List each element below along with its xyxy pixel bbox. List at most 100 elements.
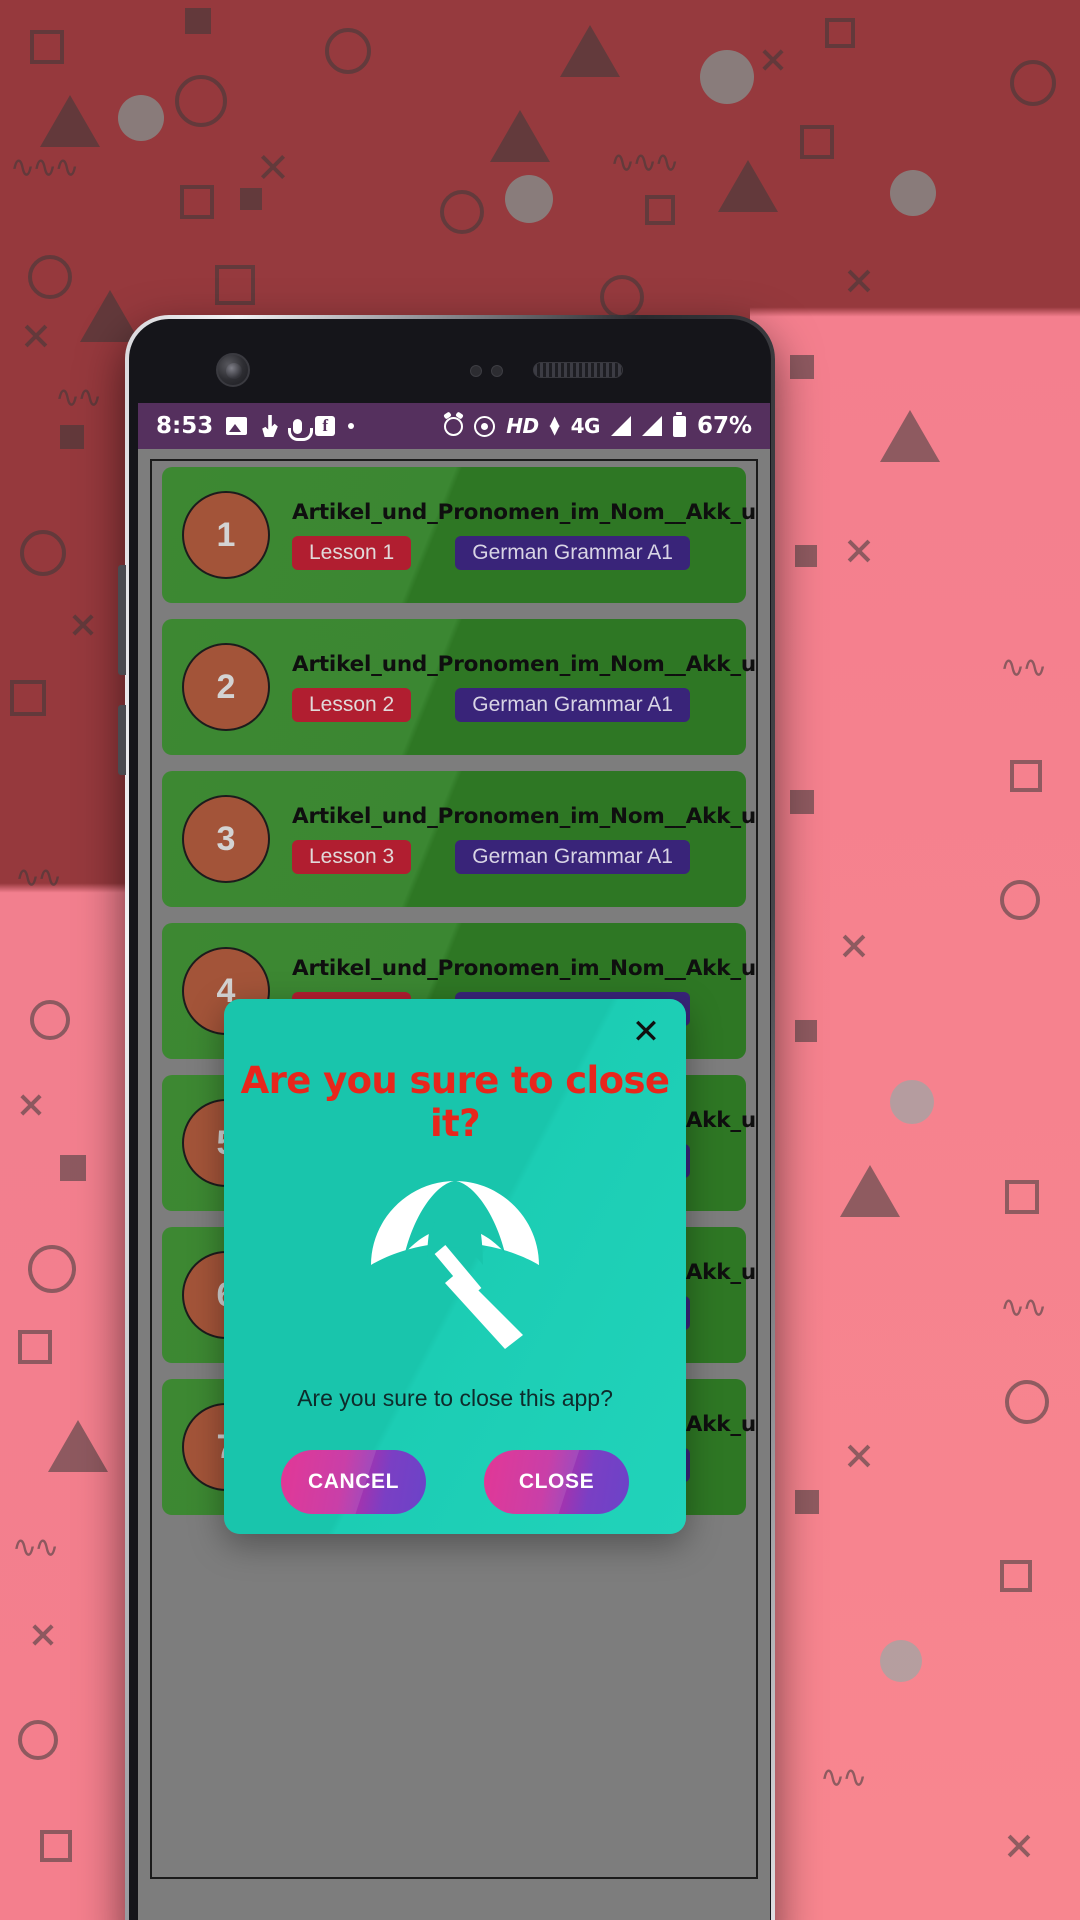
microphone-icon [288,418,314,441]
decor-circle [118,95,164,141]
close-button[interactable]: CLOSE [484,1450,629,1514]
decor-square [645,195,675,225]
phone-top-bezel [138,329,762,403]
network-label: HD [506,414,539,438]
decor-square [825,18,855,48]
decor-square [1005,1180,1039,1214]
facebook-icon: f [315,416,336,436]
dialog-actions: CANCEL CLOSE [224,1450,686,1514]
decor-circle [1000,880,1040,920]
phone-screen-shell: 8:53 f HD ▲ ▼ 4G 67% 1 Artikel_und_Prono… [129,319,771,1920]
decor-circle [890,1080,934,1124]
decor-triangle [48,1420,108,1472]
close-confirm-dialog: ✕ Are you sure to close it? Are you sure… [224,999,686,1534]
decor-x [22,320,50,348]
decor-zigzag: ∿∿∿ [610,145,679,180]
decor-x [70,610,96,636]
decor-circle [325,28,371,74]
decor-triangle [490,110,550,162]
decor-square [185,8,211,34]
decor-square [790,355,814,379]
decor-square [1010,760,1042,792]
decor-triangle [840,1165,900,1217]
front-camera-icon [216,353,250,387]
decor-triangle [560,25,620,77]
battery-percent: 67% [696,413,752,439]
phone-device: 8:53 f HD ▲ ▼ 4G 67% 1 Artikel_und_Prono… [118,315,775,1920]
decor-circle [600,275,644,319]
decor-square [180,185,214,219]
decor-circle [1005,1380,1049,1424]
phone-power-button[interactable] [118,705,126,775]
decor-zigzag: ∿∿ [1000,1290,1047,1325]
status-time: 8:53 [156,413,214,439]
decor-square [30,30,64,64]
decor-square [1000,1560,1032,1592]
dot-icon [348,423,355,429]
decor-triangle [80,290,140,342]
decor-circle [440,190,484,234]
close-icon[interactable]: ✕ [626,1013,666,1053]
decor-circle [175,75,227,127]
decor-zigzag: ∿∿ [820,1760,867,1795]
decor-square [240,188,262,210]
earpiece-speaker [533,362,623,378]
decor-zigzag: ∿∿ [15,860,62,895]
decor-circle [28,255,72,299]
decor-square [60,1155,86,1181]
phone-volume-button[interactable] [118,565,126,675]
decor-x [1005,1830,1033,1858]
decor-square [10,680,46,716]
decor-square [40,1830,72,1862]
battery-icon [672,411,686,437]
decor-zigzag: ∿∿ [1000,650,1047,685]
decor-x [258,150,288,180]
decor-square [60,425,84,449]
decor-square [800,125,834,159]
decor-x [760,45,786,71]
decor-triangle [880,410,940,462]
decor-zigzag: ∿∿∿ [10,150,79,185]
decor-circle [18,1720,58,1760]
decor-circle [890,170,936,216]
decor-x [840,930,868,958]
decor-x [845,265,873,293]
decor-circle [28,1245,76,1293]
screen: 8:53 f HD ▲ ▼ 4G 67% 1 Artikel_und_Prono… [138,403,770,1920]
decor-x [845,535,873,563]
signal-icon [641,416,662,436]
decor-circle [880,1640,922,1682]
decor-circle [20,530,66,576]
decor-x [30,1620,56,1646]
app-content: 1Artikel_und_Pronomen_im_Nom__Akk_und_Da… [138,449,770,1920]
network-type: 4G [570,414,601,438]
dialog-title: Are you sure to close it? [240,1059,670,1145]
decor-x [845,1440,873,1468]
decor-circle [1010,60,1056,106]
data-arrows-icon: ▲ ▼ [549,414,560,438]
status-bar: 8:53 f HD ▲ ▼ 4G 67% [138,403,770,449]
decor-square [795,1490,819,1514]
beach-umbrella-icon [224,1167,686,1355]
signal-icon [610,416,631,436]
proximity-sensors [470,365,503,377]
status-right-group: HD ▲ ▼ 4G 67% [444,411,752,439]
hotspot-icon [474,415,496,437]
image-icon [226,417,248,435]
wallpaper-right-band [750,0,1080,1920]
decor-square [795,545,817,567]
dialog-message: Are you sure to close this app? [297,1385,613,1411]
decor-square [790,790,814,814]
decor-x [18,1090,44,1116]
hand-gesture-icon [262,415,278,437]
decor-square [215,265,255,305]
decor-square [795,1020,817,1042]
decor-square [18,1330,52,1364]
cancel-button[interactable]: CANCEL [281,1450,426,1514]
decor-circle [505,175,553,223]
alarm-icon [444,416,464,436]
decor-circle [30,1000,70,1040]
decor-zigzag: ∿∿ [55,380,102,415]
decor-circle [700,50,754,104]
decor-triangle [40,95,100,147]
